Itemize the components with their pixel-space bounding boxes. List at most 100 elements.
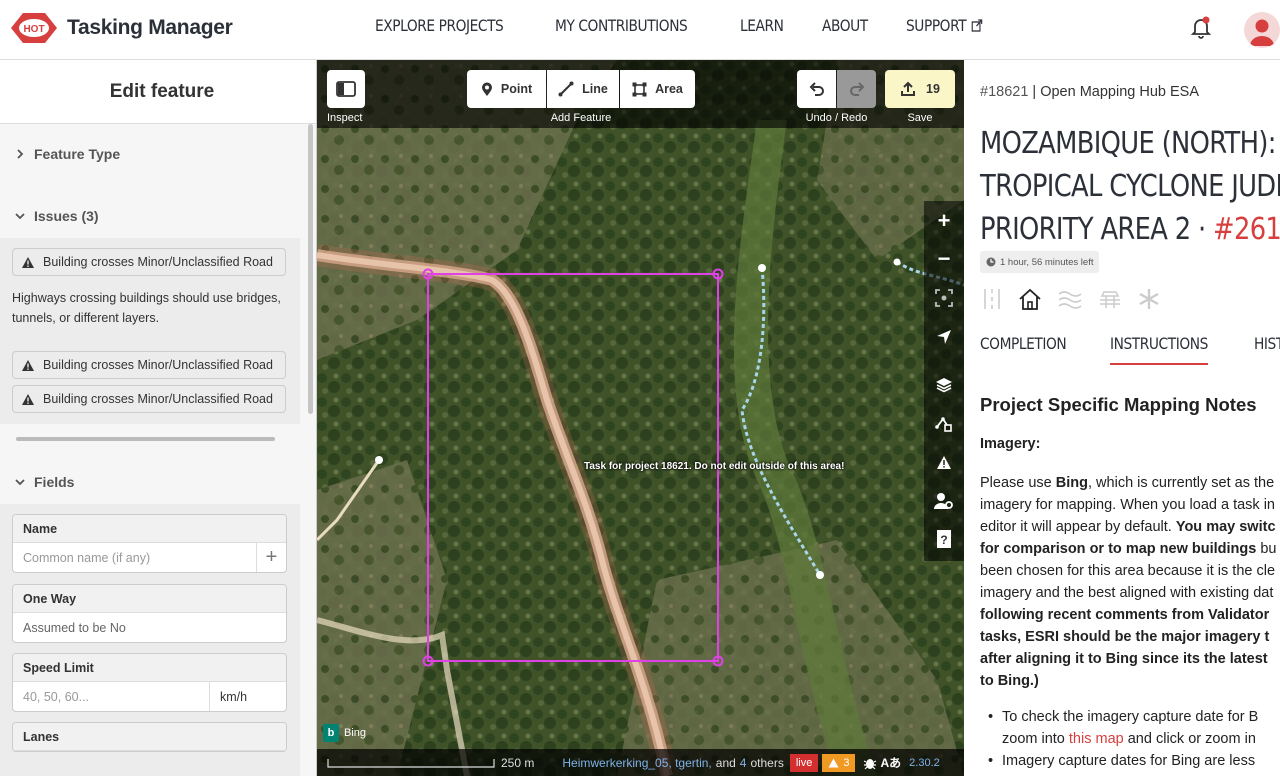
issue-description-line: Highways crossing buildings should use b… <box>12 291 281 305</box>
warnings-badge[interactable]: 3 <box>822 753 856 772</box>
task-boundary-label: Task for project 18621. Do not edit outs… <box>584 461 845 472</box>
scale-bar <box>327 758 495 768</box>
instruction-line: editor it will appear by default. You ma… <box>980 516 1280 538</box>
report-bug-icon[interactable]: Aあ <box>863 754 901 771</box>
instruction-line: for comparison or to map new buildings b… <box>980 538 1280 560</box>
feature-type-label: Feature Type <box>34 146 121 162</box>
tab-completion[interactable]: COMPLETION <box>980 334 1067 365</box>
edit-feature-panel: Edit feature Feature Type Issues (3) Bui… <box>0 60 317 776</box>
text-run: editor it will appear by default. <box>980 519 1176 535</box>
lanes-label: Lanes <box>13 723 286 751</box>
add-line-button[interactable]: Line <box>547 70 619 108</box>
project-tabs: COMPLETION INSTRUCTIONS HISTORY <box>980 334 1280 365</box>
time-left-badge: 1 hour, 56 minutes left <box>980 251 1100 273</box>
text-run-bold: Bing <box>1055 475 1088 491</box>
top-navigation: HOT Tasking Manager EXPLORE PROJECTS MY … <box>0 0 1280 60</box>
add-point-button[interactable]: Point <box>467 70 546 108</box>
warning-icon <box>828 758 839 767</box>
app-logo[interactable]: HOT Tasking Manager <box>9 11 233 45</box>
issue-item[interactable]: Building crosses Minor/Unclassified Road <box>12 248 286 276</box>
instruction-line: been chosen for this area because it is … <box>980 563 1276 579</box>
nav-support[interactable]: SUPPORT <box>906 16 983 35</box>
instruction-line: tasks, ESRI should be the major imagery … <box>980 626 1280 648</box>
save-count: 19 <box>926 82 940 96</box>
others-count[interactable]: 4 <box>740 756 747 770</box>
add-localized-name-button[interactable]: + <box>256 543 286 572</box>
contributor-links[interactable]: Heimwerkerking_05, tgertin, <box>562 756 711 770</box>
satellite-imagery <box>317 60 964 776</box>
horizontal-scrollbar[interactable] <box>16 437 275 441</box>
instruction-line: imagery for mapping. When you load a tas… <box>980 497 1275 513</box>
project-title-line: MOZAMBIQUE (NORTH): <box>980 126 1276 161</box>
feature-type-section[interactable]: Feature Type <box>0 146 120 162</box>
save-label: Save <box>907 112 933 124</box>
speed-unit-select[interactable]: km/h <box>209 682 286 711</box>
save-button[interactable]: 19 <box>885 70 955 108</box>
imagery-attribution: b Bing <box>323 723 373 743</box>
live-badge: live <box>789 753 819 772</box>
oneway-input[interactable]: Assumed to be No <box>13 613 286 642</box>
chevron-down-icon <box>15 479 25 486</box>
map-canvas[interactable]: Task for project 18621. Do not edit outs… <box>317 60 964 776</box>
tab-instructions[interactable]: INSTRUCTIONS <box>1110 334 1209 365</box>
scale-label: 250 m <box>501 755 535 770</box>
time-left-text: 1 hour, 56 minutes left <box>1000 256 1094 268</box>
imagery-subheading: Imagery: <box>980 436 1041 452</box>
preferences-icon[interactable] <box>932 489 956 513</box>
svg-text:HOT: HOT <box>23 24 44 35</box>
background-layers-icon[interactable] <box>932 373 956 397</box>
fields-list: Name Common name (if any) + One Way Assu… <box>0 504 300 776</box>
issue-item[interactable]: Building crosses Minor/Unclassified Road <box>12 351 286 379</box>
issues-section[interactable]: Issues (3) <box>0 208 99 224</box>
add-area-button[interactable]: Area <box>620 70 695 108</box>
inspect-button[interactable] <box>327 70 365 108</box>
svg-text:?: ? <box>940 533 947 547</box>
map-pin-icon <box>481 82 492 96</box>
name-input[interactable]: Common name (if any) + <box>13 543 286 572</box>
project-id[interactable]: #18621 <box>980 84 1028 100</box>
translate-icon[interactable]: Aあ <box>880 754 901 771</box>
zoom-to-selection-icon[interactable] <box>932 286 956 310</box>
map-data-icon[interactable] <box>932 412 956 436</box>
issue-text: Building crosses Minor/Unclassified Road <box>43 392 273 406</box>
lanes-field: Lanes <box>12 722 287 752</box>
text-run-bold: to Bing.) <box>980 673 1039 689</box>
issue-description: Highways crossing buildings should use b… <box>0 288 295 328</box>
instructions-heading: Project Specific Mapping Notes <box>980 394 1257 415</box>
contributors-and: and <box>715 755 736 770</box>
undo-button[interactable] <box>797 70 836 108</box>
this-map-link[interactable]: this map <box>1069 731 1124 747</box>
warning-icon <box>22 359 34 371</box>
user-avatar[interactable] <box>1244 12 1280 48</box>
zoom-in-icon[interactable]: + <box>932 208 956 233</box>
project-panel: #18621 | Open Mapping Hub ESA MOZAMBIQUE… <box>964 60 1280 776</box>
main-nav: EXPLORE PROJECTS MY CONTRIBUTIONS LEARN … <box>375 16 1026 35</box>
notifications-bell-icon[interactable] <box>1190 16 1212 40</box>
fields-label: Fields <box>34 474 75 490</box>
speed-limit-input[interactable]: 40, 50, 60... km/h <box>13 682 286 711</box>
nav-explore-projects[interactable]: EXPLORE PROJECTS <box>375 16 504 35</box>
text-run-bold: You may switc <box>1175 519 1276 535</box>
issue-description-line: tunnels, or different layers. <box>12 311 160 325</box>
clock-icon <box>986 257 996 267</box>
version-label[interactable]: 2.30.2 <box>909 757 940 769</box>
panel-scrollbar[interactable] <box>308 124 313 414</box>
nav-my-contributions[interactable]: MY CONTRIBUTIONS <box>555 16 688 35</box>
zoom-out-icon[interactable]: − <box>932 246 956 271</box>
tab-history[interactable]: HISTORY <box>1254 334 1280 365</box>
text-run-bold: for comparison or to map new buildings <box>980 541 1257 557</box>
others-label: others <box>750 755 784 770</box>
help-icon[interactable]: ? <box>932 527 956 551</box>
issues-warning-icon[interactable] <box>932 450 956 474</box>
nav-learn[interactable]: LEARN <box>740 16 784 35</box>
redo-button[interactable] <box>837 70 876 108</box>
nav-about[interactable]: ABOUT <box>822 16 868 35</box>
roads-icon <box>984 289 1000 309</box>
geolocate-icon[interactable] <box>932 325 956 349</box>
issues-list: Building crosses Minor/Unclassified Road… <box>0 238 300 424</box>
waterways-icon <box>1058 291 1082 309</box>
fields-section[interactable]: Fields <box>0 474 74 490</box>
project-id-line: #18621 | Open Mapping Hub ESA <box>980 84 1199 100</box>
issue-item[interactable]: Building crosses Minor/Unclassified Road <box>12 385 286 413</box>
instruction-line: after aligning it to Bing since its the … <box>980 648 1280 670</box>
